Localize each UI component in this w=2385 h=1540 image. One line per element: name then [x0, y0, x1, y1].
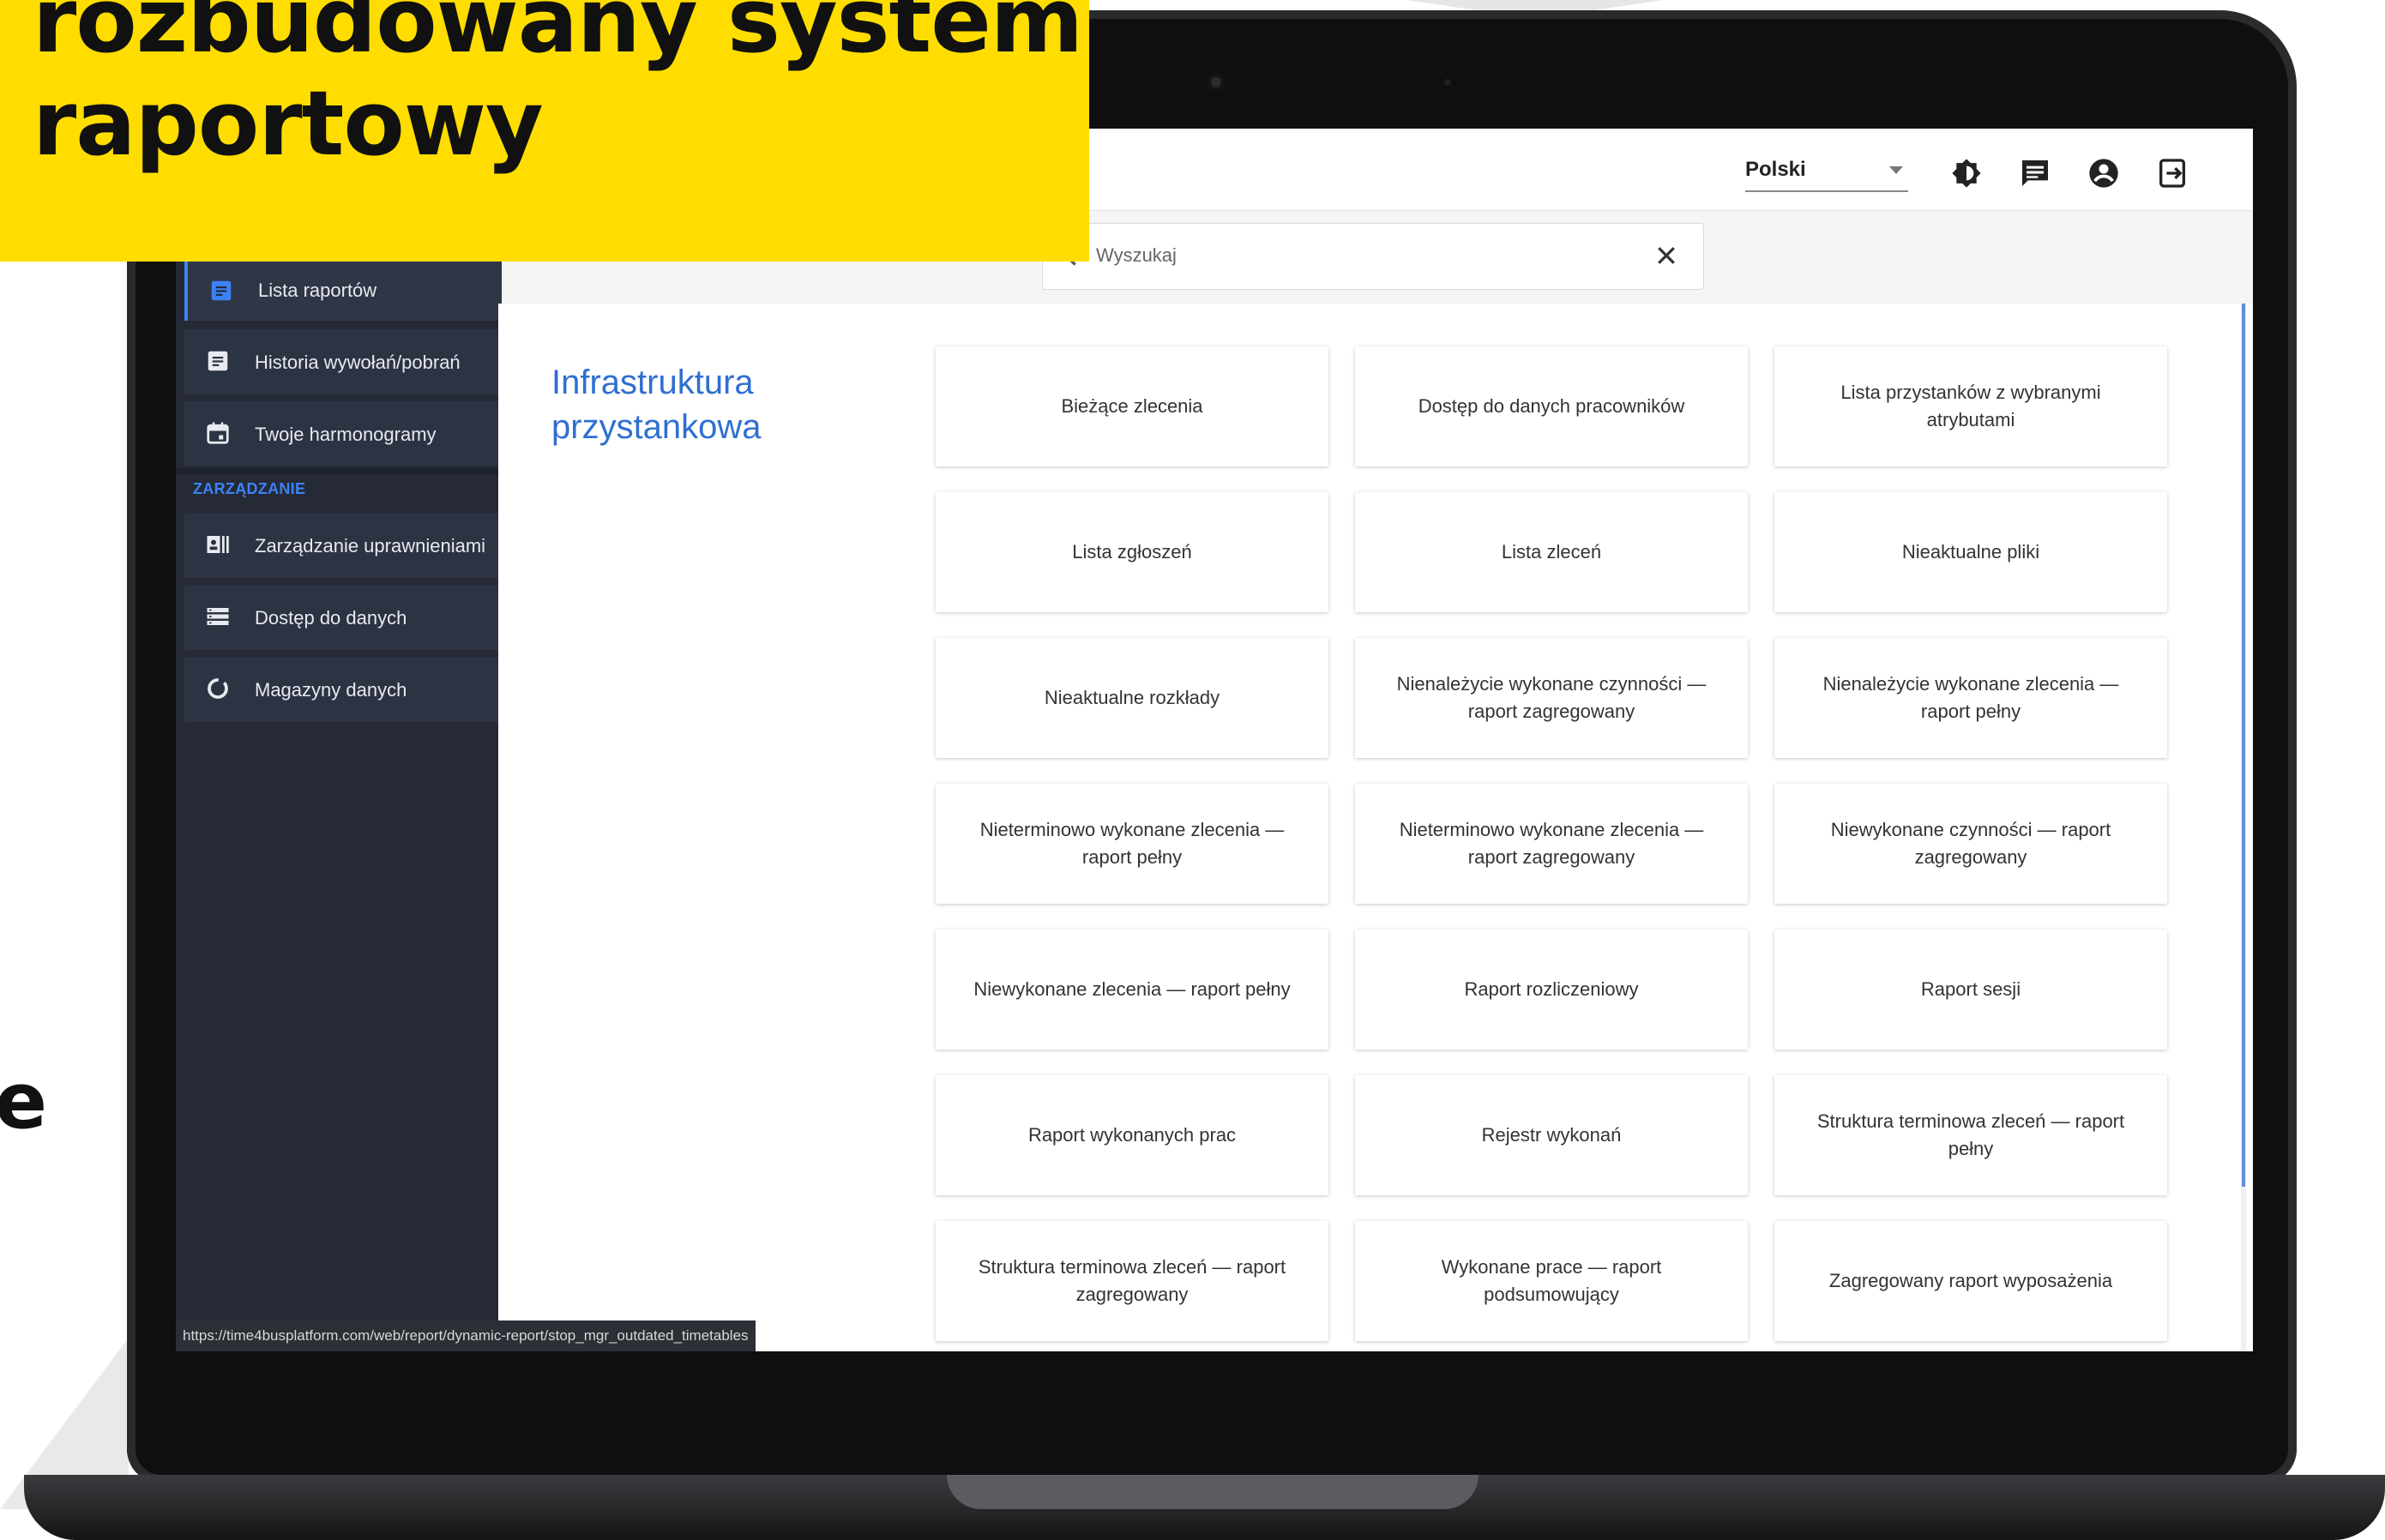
report-card-label: Wykonane prace — raport podsumowujący [1441, 1256, 1662, 1305]
search-placeholder: Wyszukaj [1096, 244, 1177, 266]
report-card-label: Nieaktualne pliki [1901, 541, 2040, 562]
report-card[interactable]: Nieaktualne pliki [1774, 492, 2167, 612]
report-card-label: Lista zgłoszeń [1072, 541, 1192, 562]
sidebar-divider [176, 468, 498, 475]
sidebar-item-history[interactable]: Historia wywołań/pobrań [184, 329, 498, 394]
laptop-screen: Polski Wyszukaj Lista raportów Historia … [176, 129, 2253, 1351]
report-card[interactable]: Raport sesji [1774, 929, 2167, 1050]
report-card-label: Rejestr wykonań [1481, 1124, 1622, 1146]
report-card[interactable]: Rejestr wykonań [1355, 1075, 1748, 1195]
report-card[interactable]: Niewykonane czynności — raport zagregowa… [1774, 784, 2167, 904]
sidebar-item-label: Dostęp do danych [255, 607, 407, 629]
permissions-icon [207, 536, 229, 553]
report-card[interactable]: Raport wykonanych prac [936, 1075, 1328, 1195]
report-card[interactable]: Niewykonane zlecenia — raport pełny [936, 929, 1328, 1050]
report-card[interactable]: Lista przystanków z wybranymi atrybutami [1774, 346, 2167, 466]
chat-icon[interactable] [2018, 156, 2052, 190]
report-card[interactable]: Lista zleceń [1355, 492, 1748, 612]
sidebar-item-data-access[interactable]: Dostęp do danych [184, 585, 498, 650]
report-card-label: Dostęp do danych pracowników [1418, 395, 1685, 417]
report-card[interactable]: Nieterminowo wykonane zlecenia — raport … [936, 784, 1328, 904]
report-card[interactable]: Struktura terminowa zleceń — raport zagr… [936, 1221, 1328, 1341]
sidebar-item-schedules[interactable]: Twoje harmonogramy [184, 401, 498, 466]
main-content: Infrastruktura przystankowa Bieżące zlec… [498, 304, 2243, 1351]
report-card[interactable]: Struktura terminowa zleceń — raport pełn… [1774, 1075, 2167, 1195]
sidebar-item-report-list[interactable]: Lista raportów [184, 261, 502, 321]
account-icon[interactable] [2087, 156, 2121, 190]
webcam [1208, 74, 1225, 91]
report-card-label: Nieterminowo wykonane zlecenia — raport … [1399, 819, 1704, 868]
language-select[interactable]: Polski [1745, 156, 1908, 192]
report-card[interactable]: Wykonane prace — raport podsumowujący [1355, 1221, 1748, 1341]
headline-line-2: raportowy [33, 71, 544, 176]
sidebar-item-permissions[interactable]: Zarządzanie uprawnieniami [184, 513, 498, 578]
report-card-label: Nieterminowo wykonane zlecenia — raport … [979, 819, 1285, 868]
sidebar-item-label: Twoje harmonogramy [255, 424, 437, 445]
report-card[interactable]: Nieaktualne rozkłady [936, 638, 1328, 758]
report-card[interactable]: Dostęp do danych pracowników [1355, 346, 1748, 466]
close-icon[interactable] [1653, 243, 1679, 268]
report-card[interactable]: Nieterminowo wykonane zlecenia — raport … [1355, 784, 1748, 904]
sidebar-item-label: Historia wywołań/pobrań [255, 352, 461, 373]
report-card-label: Nienależycie wykonane zlecenia — raport … [1822, 673, 2119, 722]
report-card-label: Struktura terminowa zleceń — raport pełn… [1816, 1110, 2125, 1159]
sidebar-item-label: Zarządzanie uprawnieniami [255, 535, 486, 556]
scrollbar-thumb[interactable] [2242, 304, 2245, 1187]
report-card-label: Niewykonane czynności — raport zagregowa… [1830, 819, 2111, 868]
report-card-label: Zagregowany raport wyposażenia [1828, 1270, 2113, 1291]
calendar-icon [207, 422, 229, 444]
search-input[interactable]: Wyszukaj [1042, 223, 1704, 290]
headline-line-1: rozbudowany system [33, 0, 1083, 73]
report-card-label: Struktura terminowa zleceń — raport zagr… [978, 1256, 1286, 1305]
report-card-label: Raport wykonanych prac [1027, 1124, 1237, 1146]
logout-icon[interactable] [2155, 156, 2189, 190]
sidebar-section-label: ZARZĄDZANIE [193, 480, 306, 497]
report-card-label: Bieżące zlecenia [1061, 395, 1203, 417]
report-card-label: Niewykonane zlecenia — raport pełny [973, 978, 1291, 1000]
sidebar-item-label: Lista raportów [258, 280, 377, 301]
report-card[interactable]: Zagregowany raport wyposażenia [1774, 1221, 2167, 1341]
report-card-label: Lista przystanków z wybranymi atrybutami [1840, 382, 2101, 430]
data-access-icon [207, 608, 229, 625]
sidebar-item-data-stores[interactable]: Magazyny danych [184, 657, 498, 722]
light-sensor [1444, 79, 1451, 86]
report-card[interactable]: Bieżące zlecenia [936, 346, 1328, 466]
section-title: Infrastruktura przystankowa [551, 364, 762, 446]
report-card[interactable]: Lista zgłoszeń [936, 492, 1328, 612]
cropped-text-fragment: e [0, 1056, 48, 1146]
report-list-icon [211, 280, 232, 301]
history-icon [208, 351, 228, 371]
report-card-label: Nienależycie wykonane czynności — raport… [1396, 673, 1707, 722]
headline-banner: rozbudowany system raportowy [0, 0, 1089, 262]
link-status-bar: https://time4busplatform.com/web/report/… [176, 1320, 756, 1351]
report-card-label: Raport sesji [1920, 978, 2021, 1000]
laptop-base-notch [947, 1475, 1479, 1509]
report-card-label: Raport rozliczeniowy [1464, 978, 1639, 1000]
data-store-icon [208, 678, 228, 699]
language-select-value: Polski [1745, 158, 1806, 181]
report-card[interactable]: Nienależycie wykonane czynności — raport… [1355, 638, 1748, 758]
sidebar: Lista raportów Historia wywołań/pobrań T… [176, 261, 502, 1351]
dropdown-caret-icon [1889, 166, 1903, 174]
sidebar-item-label: Magazyny danych [255, 679, 407, 701]
report-card-label: Nieaktualne rozkłady [1044, 687, 1220, 708]
brightness-icon[interactable] [1949, 156, 1984, 190]
report-card[interactable]: Nienależycie wykonane zlecenia — raport … [1774, 638, 2167, 758]
report-card[interactable]: Raport rozliczeniowy [1355, 929, 1748, 1050]
report-card-label: Lista zleceń [1501, 541, 1602, 562]
